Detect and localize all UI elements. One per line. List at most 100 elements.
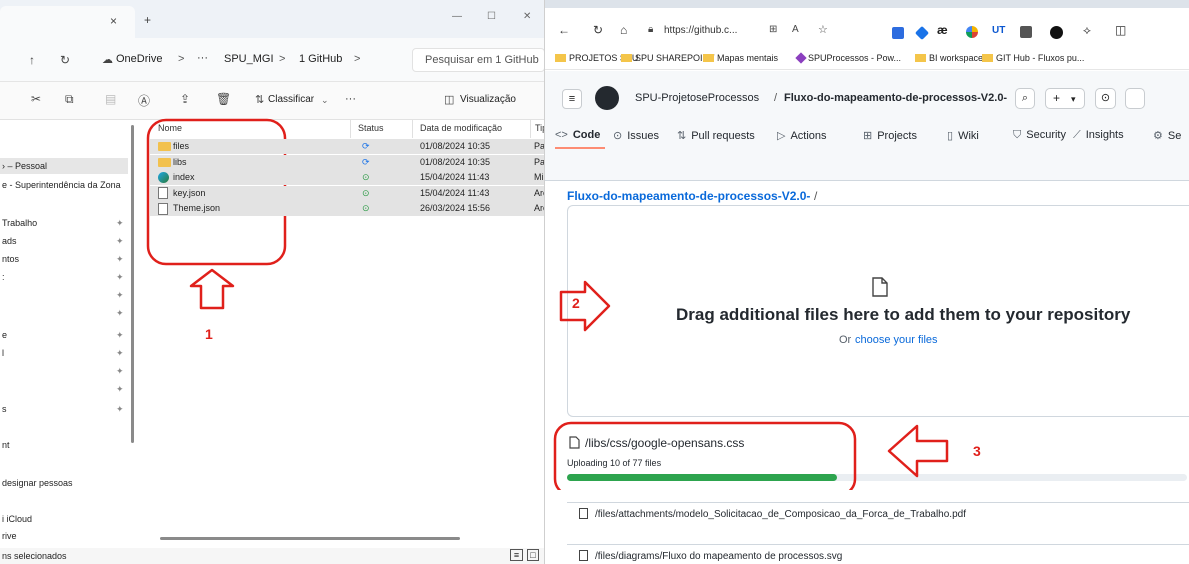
nav-item[interactable]: Trabalho ✦ xyxy=(0,215,128,231)
nav-item[interactable]: nt xyxy=(0,437,128,453)
bookmark-item[interactable]: GIT Hub - Fluxos pu... xyxy=(982,51,1084,65)
issues-shortcut-icon[interactable]: ⊙ xyxy=(1095,88,1116,109)
up-arrow-icon[interactable]: ↑ xyxy=(29,53,35,67)
rename-icon[interactable]: Ⓐ xyxy=(138,92,150,109)
nav-item[interactable]: e - Superintendência da Zona xyxy=(0,177,128,193)
nav-item[interactable]: s ✦ xyxy=(0,401,128,417)
tiles-view-icon[interactable]: □ xyxy=(527,549,539,561)
nav-scrollbar[interactable] xyxy=(131,125,134,443)
bookmark-item[interactable]: Mapas mentais xyxy=(703,51,778,65)
cut-icon[interactable]: ✂ xyxy=(31,92,41,106)
tab-issues[interactable]: ⊙ Issues xyxy=(613,129,659,142)
nav-item[interactable]: : ✦ xyxy=(0,269,128,285)
tab-wiki[interactable]: ▯ Wiki xyxy=(947,129,979,142)
extension-diamond-icon[interactable] xyxy=(914,25,930,41)
pin-icon[interactable]: ✦ xyxy=(116,363,124,379)
favorite-star-icon[interactable]: ☆ xyxy=(818,23,828,36)
tab-code[interactable]: <> Code xyxy=(555,129,600,141)
pin-icon[interactable]: ✦ xyxy=(116,287,124,303)
extension-ae-icon[interactable]: æ xyxy=(937,23,948,37)
pin-icon[interactable]: ✦ xyxy=(116,215,124,231)
pin-icon[interactable]: ✦ xyxy=(116,381,124,397)
breadcrumb[interactable]: ☁ OneDrive > ··· SPU_MGI > 1 GitHub > xyxy=(94,48,406,72)
nav-item[interactable]: l ✦ xyxy=(0,345,128,361)
maximize-icon[interactable]: ☐ xyxy=(487,11,496,22)
delete-icon[interactable]: 🗑 xyxy=(216,92,231,106)
nav-item[interactable]: ntos ✦ xyxy=(0,251,128,267)
create-new-button[interactable]: + ▾ xyxy=(1045,88,1085,109)
search-input[interactable]: Pesquisar em 1 GitHub xyxy=(412,48,544,72)
back-arrow-icon[interactable]: ← xyxy=(558,23,570,37)
share-icon[interactable]: ⇪ xyxy=(180,92,190,106)
details-view-icon[interactable]: ≡ xyxy=(510,549,523,561)
refresh-icon[interactable]: ↻ xyxy=(593,23,603,37)
nav-item[interactable]: i iCloud xyxy=(0,511,128,527)
minimize-icon[interactable]: — xyxy=(452,11,462,22)
extension-es-icon[interactable] xyxy=(1050,26,1063,39)
repo-owner-link[interactable]: SPU-ProjetoseProcessos xyxy=(635,92,759,104)
home-icon[interactable]: ⌂ xyxy=(620,23,627,37)
tab-projects[interactable]: ⊞ Projects xyxy=(863,129,917,142)
nav-item[interactable]: e ✦ xyxy=(0,327,128,343)
bookmark-item[interactable]: SPU SHAREPOINT xyxy=(621,51,715,65)
extension-grid-icon[interactable] xyxy=(1020,26,1032,38)
horizontal-scrollbar[interactable] xyxy=(160,537,460,540)
more-options-icon[interactable]: ··· xyxy=(345,93,356,105)
nav-item[interactable]: ✦ xyxy=(0,381,128,397)
column-header-type[interactable]: Tip xyxy=(535,123,544,133)
preview-button[interactable]: Visualização xyxy=(460,94,516,105)
pin-icon[interactable]: ✦ xyxy=(116,233,124,249)
nav-item[interactable]: ✦ xyxy=(0,363,128,379)
breadcrumb-onedrive[interactable]: OneDrive xyxy=(116,53,162,65)
file-row[interactable]: libs ⟳ 01/08/2024 10:35 Pas xyxy=(150,154,544,170)
nav-item[interactable]: rive xyxy=(0,528,128,544)
sort-button[interactable]: Classificar xyxy=(268,94,314,105)
pull-requests-shortcut-icon[interactable] xyxy=(1125,88,1145,109)
split-screen-icon[interactable]: ◫ xyxy=(1115,23,1126,37)
url-bar[interactable]: 🔒︎ https://github.c... ⊞ A ☆ xyxy=(648,19,868,43)
tab-security[interactable]: ⛉ Security xyxy=(1013,129,1066,142)
nav-item[interactable]: designar pessoas xyxy=(0,475,128,491)
hamburger-menu-icon[interactable]: ≡ xyxy=(562,89,582,109)
extension-colors-icon[interactable] xyxy=(966,26,978,38)
repo-name-link[interactable]: Fluxo-do-mapeamento-de-processos-V2.0- xyxy=(784,92,1007,104)
nav-item[interactable]: › – Pessoal xyxy=(0,158,128,174)
pin-icon[interactable]: ✦ xyxy=(116,401,124,417)
copy-icon[interactable]: ⧉ xyxy=(65,92,74,107)
file-row[interactable]: index ⊙ 15/04/2024 11:43 Mi xyxy=(150,170,544,185)
breadcrumb-spu-mgi[interactable]: SPU_MGI xyxy=(224,53,274,65)
app-available-icon[interactable]: ⊞ xyxy=(769,24,777,35)
close-tab-icon[interactable]: × xyxy=(110,14,117,28)
breadcrumb-more-icon[interactable]: ··· xyxy=(197,52,208,64)
pin-icon[interactable]: ✦ xyxy=(116,345,124,361)
file-row[interactable]: files ⟳ 01/08/2024 10:35 Pas xyxy=(150,139,544,154)
file-row[interactable]: key.json ⊙ 15/04/2024 11:43 Arc xyxy=(150,185,544,201)
extension-translator-icon[interactable] xyxy=(892,27,904,39)
column-header-modified[interactable]: Data de modificação xyxy=(420,123,502,133)
new-tab-icon[interactable]: + xyxy=(144,13,151,27)
bookmark-item[interactable]: BI workspace xyxy=(915,51,983,65)
github-logo-icon[interactable] xyxy=(595,86,619,110)
paste-icon[interactable]: ▤ xyxy=(105,92,116,106)
nav-item[interactable]: ✦ xyxy=(0,305,128,321)
extensions-puzzle-icon[interactable]: ⟡ xyxy=(1083,23,1091,38)
read-aloud-icon[interactable]: A xyxy=(792,24,799,35)
refresh-icon[interactable]: ↻ xyxy=(60,53,70,67)
breadcrumb-1-github[interactable]: 1 GitHub xyxy=(299,53,342,65)
repo-path-link[interactable]: Fluxo-do-mapeamento-de-processos-V2.0- xyxy=(567,189,810,203)
column-header-status[interactable]: Status xyxy=(358,123,384,133)
tab-pull-requests[interactable]: ⇅ Pull requests xyxy=(677,129,755,142)
tab-insights[interactable]: ⟋ Insights xyxy=(1073,129,1124,142)
tab-se[interactable]: ⚙ Se xyxy=(1153,129,1181,142)
bookmark-item[interactable]: SPUProcessos - Pow... xyxy=(795,51,901,65)
pin-icon[interactable]: ✦ xyxy=(116,305,124,321)
tab-actions[interactable]: ▷ Actions xyxy=(777,129,827,142)
extension-ut-icon[interactable]: UT xyxy=(992,25,1005,36)
search-icon[interactable]: ⌕ xyxy=(1015,88,1035,109)
pin-icon[interactable]: ✦ xyxy=(116,251,124,267)
nav-item[interactable]: ✦ xyxy=(0,287,128,303)
pin-icon[interactable]: ✦ xyxy=(116,327,124,343)
close-window-icon[interactable]: ✕ xyxy=(523,11,531,22)
nav-item[interactable]: ads ✦ xyxy=(0,233,128,249)
pin-icon[interactable]: ✦ xyxy=(116,269,124,285)
